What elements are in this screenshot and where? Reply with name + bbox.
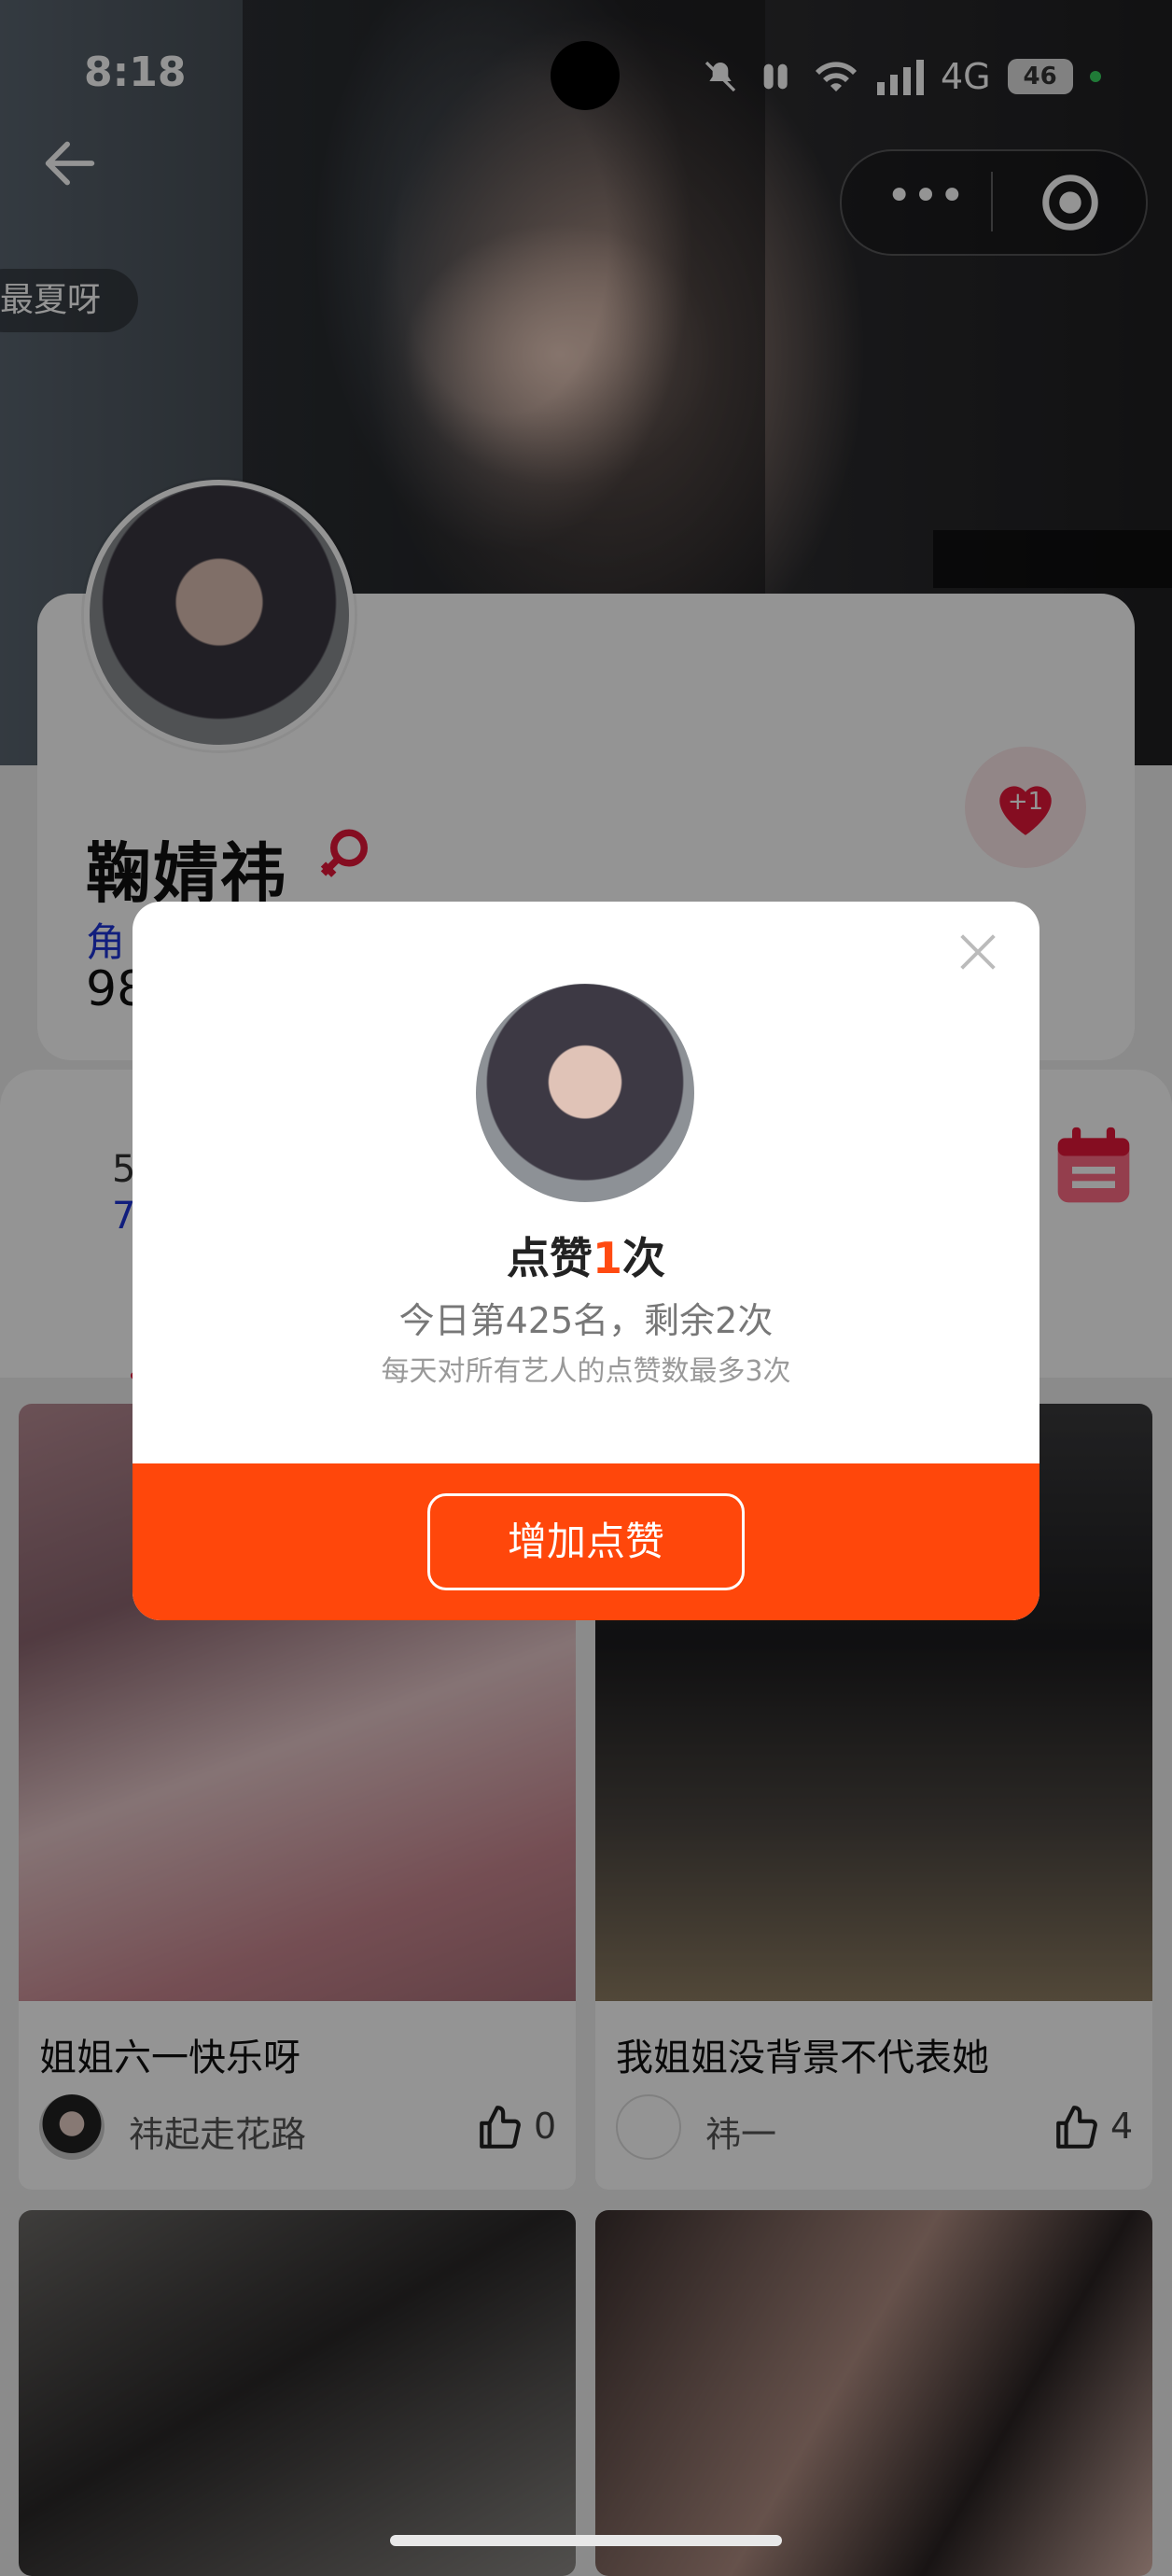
title-number: 1 <box>592 1233 622 1283</box>
like-count-title: 点赞1次 <box>133 1225 1039 1286</box>
home-indicator[interactable] <box>390 2535 782 2546</box>
close-icon <box>960 934 996 970</box>
title-suffix: 次 <box>622 1233 665 1283</box>
dialog-close-button[interactable] <box>954 928 1002 976</box>
rank-text: 今日第425名，剩余2次 <box>398 1300 774 1341</box>
artist-avatar <box>476 984 694 1202</box>
like-success-dialog: 点赞1次 今日第425名，剩余2次 每天对所有艺人的点赞数最多3次 增加点赞 <box>133 902 1039 1620</box>
limit-note: 每天对所有艺人的点赞数最多3次 <box>381 1355 791 1388</box>
add-likes-button[interactable]: 增加点赞 <box>427 1493 745 1590</box>
title-prefix: 点赞 <box>506 1233 593 1283</box>
dialog-footer: 增加点赞 <box>133 1463 1039 1620</box>
